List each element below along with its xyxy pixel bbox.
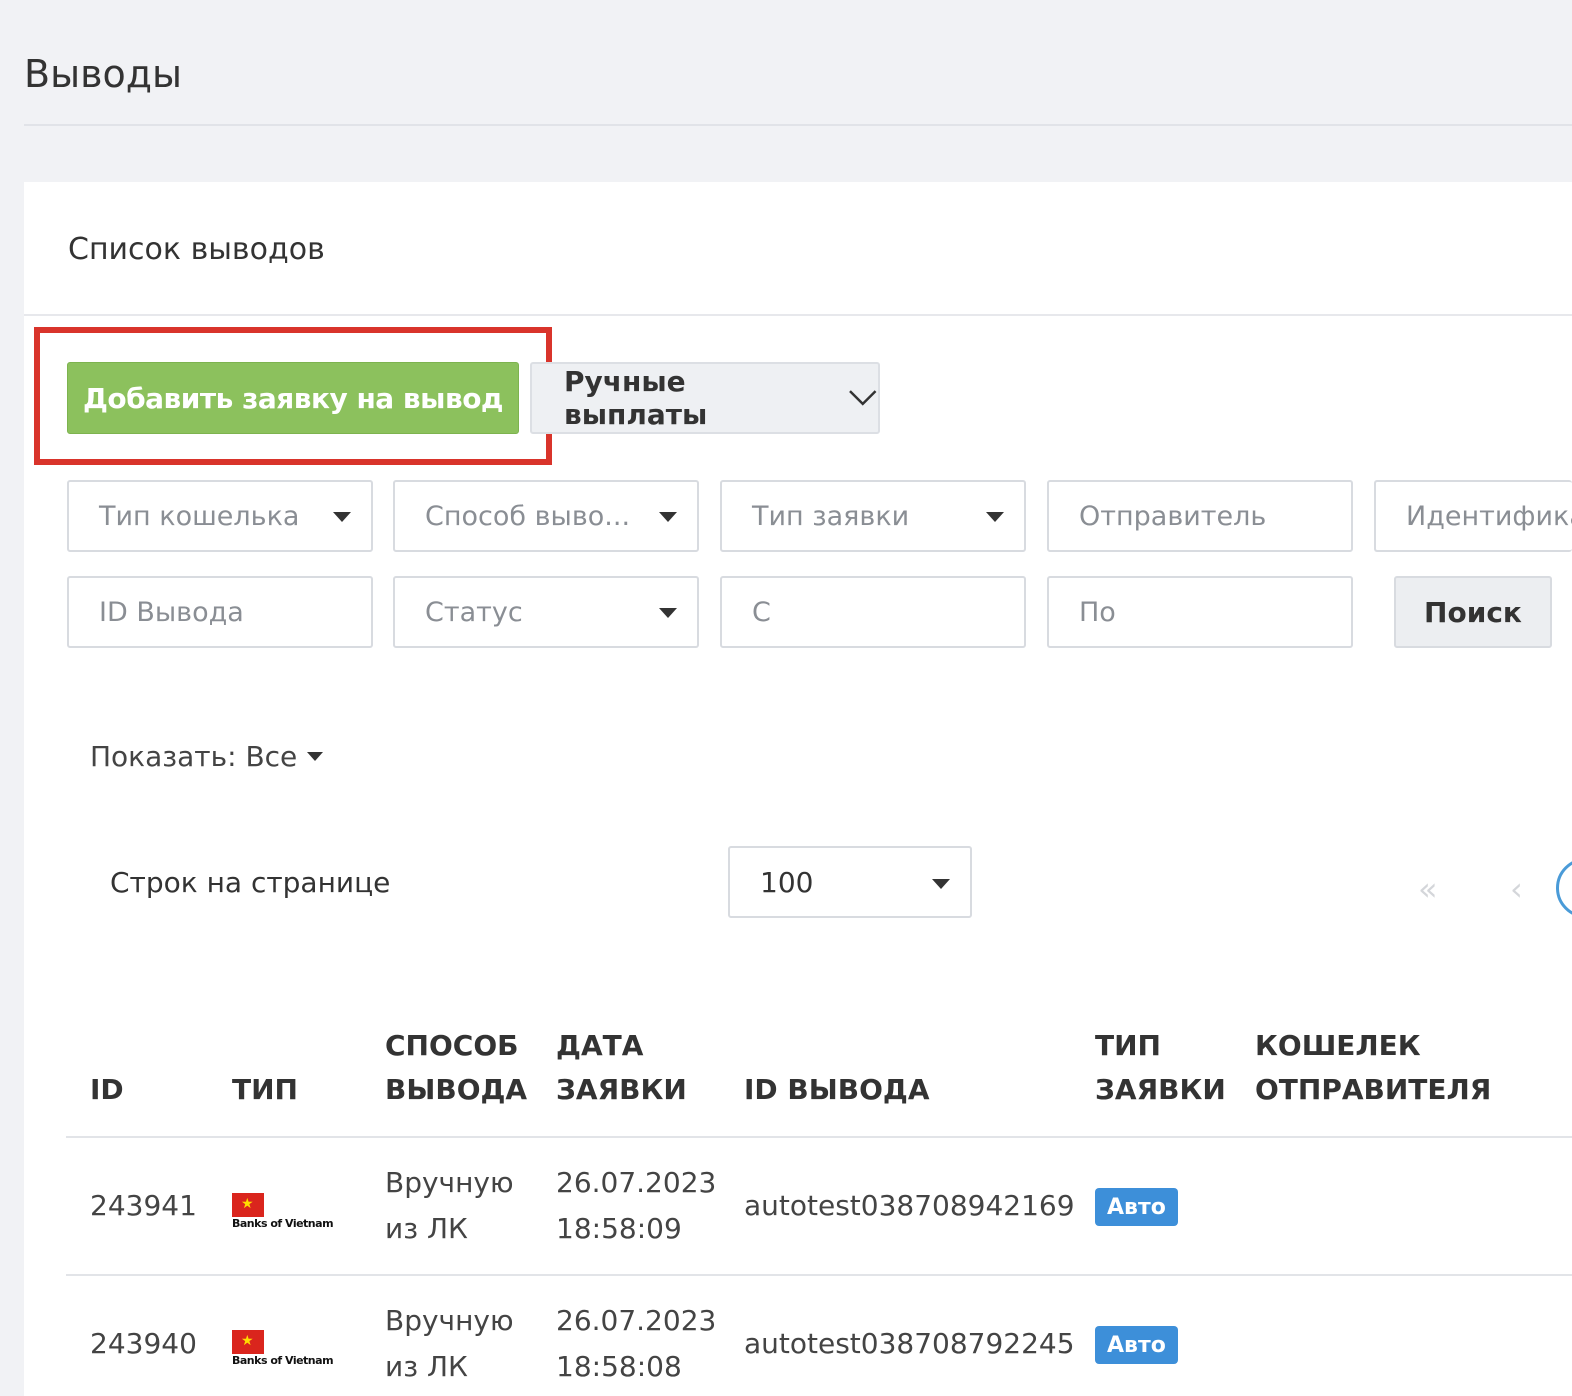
header-id[interactable]: ID bbox=[90, 1068, 124, 1112]
header-method-line2: ВЫВОДА bbox=[385, 1073, 528, 1106]
chevron-down-icon bbox=[849, 390, 877, 406]
header-date-line2: ЗАЯВКИ bbox=[556, 1073, 687, 1106]
row-method: Вручную из ЛК bbox=[385, 1298, 514, 1390]
header-sender-wallet-line2: ОТПРАВИТЕЛЯ bbox=[1255, 1073, 1492, 1106]
show-filter-dropdown[interactable]: Показать: Все bbox=[90, 740, 324, 773]
row-date-day: 26.07.2023 bbox=[556, 1304, 717, 1337]
bank-logo-text: Banks of Vietnam bbox=[232, 1354, 334, 1367]
request-type-select[interactable]: Тип заявки bbox=[720, 480, 1026, 552]
row-method-line2: из ЛК bbox=[385, 1350, 468, 1383]
method-select[interactable]: Способ выво... bbox=[393, 480, 699, 552]
prev-page-icon[interactable]: ‹ bbox=[1510, 870, 1523, 908]
sender-input[interactable]: Отправитель bbox=[1047, 480, 1353, 552]
wallet-type-placeholder: Тип кошелька bbox=[99, 500, 300, 532]
identifier-input[interactable]: Идентифика bbox=[1374, 480, 1572, 552]
status-placeholder: Статус bbox=[425, 596, 523, 628]
rows-per-page-select[interactable]: 100 bbox=[728, 846, 972, 918]
request-type-placeholder: Тип заявки bbox=[752, 500, 910, 532]
page-title: Выводы bbox=[24, 52, 182, 96]
caret-down-icon bbox=[333, 512, 351, 522]
sender-placeholder: Отправитель bbox=[1079, 500, 1267, 532]
withdraw-id-placeholder: ID Вывода bbox=[99, 596, 244, 628]
bank-logo: ★ Banks of Vietnam bbox=[232, 1330, 352, 1367]
date-from-input[interactable]: С bbox=[720, 576, 1026, 648]
status-badge: Авто bbox=[1095, 1326, 1178, 1364]
wallet-type-select[interactable]: Тип кошелька bbox=[67, 480, 373, 552]
row-id: 243940 bbox=[90, 1327, 197, 1360]
caret-down-icon bbox=[659, 512, 677, 522]
date-to-placeholder: По bbox=[1079, 596, 1116, 628]
table-row-divider bbox=[66, 1274, 1572, 1276]
vietnam-flag-icon: ★ bbox=[232, 1193, 264, 1217]
header-request-type-line1: ТИП bbox=[1095, 1029, 1161, 1062]
manual-payouts-dropdown[interactable]: Ручные выплаты bbox=[530, 362, 880, 434]
panel-divider bbox=[24, 314, 1572, 316]
header-request-type[interactable]: ТИП ЗАЯВКИ bbox=[1095, 1024, 1226, 1112]
vietnam-flag-icon: ★ bbox=[232, 1330, 264, 1354]
header-date[interactable]: ДАТА ЗАЯВКИ bbox=[556, 1024, 687, 1112]
search-button[interactable]: Поиск bbox=[1394, 576, 1552, 648]
row-withdraw-id[interactable]: autotest038708942169 bbox=[744, 1183, 1075, 1229]
rows-per-page-label: Строк на странице bbox=[110, 866, 391, 899]
date-from-placeholder: С bbox=[752, 596, 771, 628]
first-page-icon[interactable]: « bbox=[1418, 870, 1438, 908]
method-placeholder: Способ выво... bbox=[425, 500, 631, 532]
caret-down-icon bbox=[932, 879, 950, 889]
row-date-time: 18:58:08 bbox=[556, 1350, 682, 1383]
title-divider bbox=[24, 124, 1572, 126]
row-withdraw-id[interactable]: autotest038708792245 bbox=[744, 1321, 1075, 1367]
caret-down-icon bbox=[307, 752, 324, 761]
add-withdrawal-button[interactable]: Добавить заявку на вывод bbox=[67, 362, 519, 434]
panel-title: Список выводов bbox=[68, 232, 325, 267]
row-method: Вручную из ЛК bbox=[385, 1160, 514, 1252]
header-request-type-line2: ЗАЯВКИ bbox=[1095, 1073, 1226, 1106]
status-badge: Авто bbox=[1095, 1188, 1178, 1226]
caret-down-icon bbox=[659, 608, 677, 618]
row-method-line2: из ЛК bbox=[385, 1212, 468, 1245]
identifier-placeholder: Идентифика bbox=[1406, 500, 1572, 532]
row-date-time: 18:58:09 bbox=[556, 1212, 682, 1245]
header-date-line1: ДАТА bbox=[556, 1029, 644, 1062]
caret-down-icon bbox=[986, 512, 1004, 522]
header-sender-wallet-line1: КОШЕЛЕК bbox=[1255, 1029, 1421, 1062]
row-date: 26.07.2023 18:58:08 bbox=[556, 1298, 716, 1390]
header-withdraw-id[interactable]: ID ВЫВОДА bbox=[744, 1068, 930, 1112]
bank-logo-text: Banks of Vietnam bbox=[232, 1217, 334, 1230]
header-method[interactable]: СПОСОБ ВЫВОДА bbox=[385, 1024, 527, 1112]
row-id: 243941 bbox=[90, 1189, 197, 1222]
header-sender-wallet[interactable]: КОШЕЛЕК ОТПРАВИТЕЛЯ bbox=[1255, 1024, 1491, 1112]
table-header-divider bbox=[66, 1136, 1572, 1138]
rows-per-page-value: 100 bbox=[760, 865, 814, 899]
header-method-line1: СПОСОБ bbox=[385, 1029, 519, 1062]
manual-payouts-label: Ручные выплаты bbox=[564, 365, 708, 431]
date-to-input[interactable]: По bbox=[1047, 576, 1353, 648]
row-method-line1: Вручную bbox=[385, 1304, 514, 1337]
row-date: 26.07.2023 18:58:09 bbox=[556, 1160, 716, 1252]
header-type[interactable]: ТИП bbox=[232, 1068, 298, 1112]
row-date-day: 26.07.2023 bbox=[556, 1166, 717, 1199]
withdraw-id-input[interactable]: ID Вывода bbox=[67, 576, 373, 648]
show-filter-label: Показать: Все bbox=[90, 740, 298, 773]
row-method-line1: Вручную bbox=[385, 1166, 514, 1199]
bank-logo: ★ Banks of Vietnam bbox=[232, 1193, 352, 1230]
status-select[interactable]: Статус bbox=[393, 576, 699, 648]
